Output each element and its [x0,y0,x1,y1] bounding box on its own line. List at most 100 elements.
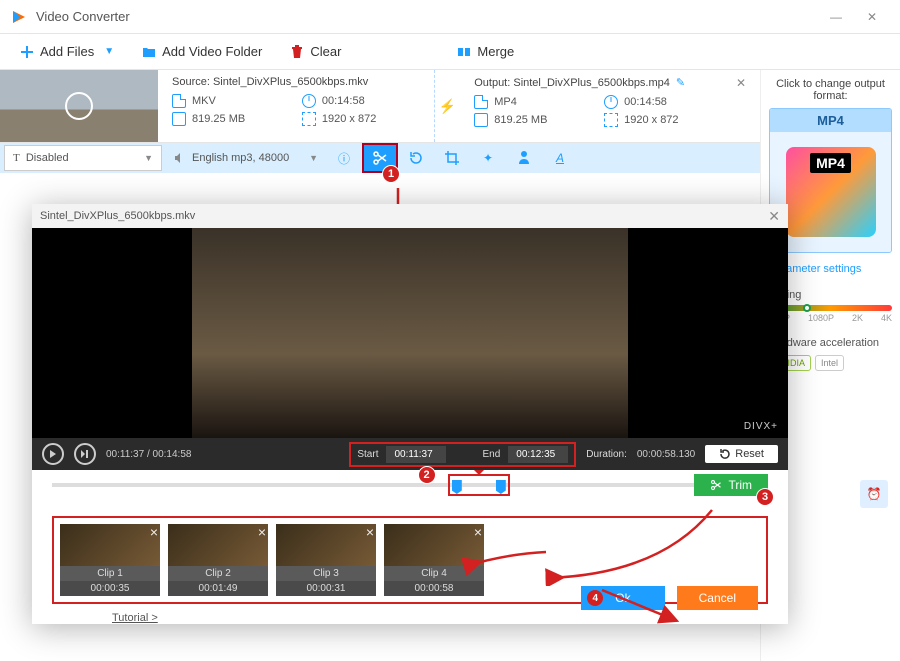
cancel-button[interactable]: Cancel [677,586,758,610]
clip-time: 00:01:49 [168,581,268,596]
subtitle-dropdown[interactable]: T Disabled▼ [4,145,162,171]
audio-label: English mp3, 48000 [192,152,289,164]
remove-clip-icon[interactable]: × [474,524,482,540]
out-size: 819.25 MB [494,114,547,126]
close-trim-button[interactable]: ✕ [768,208,780,225]
tutorial-link[interactable]: Tutorial > [112,612,158,624]
rotate-button[interactable] [398,143,434,173]
info-button[interactable]: ⓘ [326,143,362,173]
speaker-icon [174,152,186,164]
add-files-button[interactable]: Add Files [20,44,94,59]
minimize-button[interactable]: — [818,0,854,34]
end-time-input[interactable]: 00:12:35 [508,446,568,463]
clip-time: 00:00:35 [60,581,160,596]
format-icon [474,95,488,109]
duration-value: 00:00:58.130 [637,449,695,460]
watermark-button[interactable] [506,143,542,173]
plus-icon [20,45,34,59]
toolbar: Add Files ▼ Add Video Folder Clear Merge [0,34,900,70]
effects-button[interactable]: ✦ [470,143,506,173]
merge-icon [457,45,471,59]
scissors-icon [372,150,388,166]
clip-item[interactable]: × Clip 100:00:35 [60,524,160,596]
trim-filename: Sintel_DivXPlus_6500kbps.mkv [40,210,195,222]
add-files-dropdown[interactable]: ▼ [104,46,114,57]
trim-handles[interactable] [448,474,510,496]
out-duration: 00:14:58 [624,96,667,108]
format-heading: Click to change output format: [769,78,892,102]
clip-label: Clip 3 [276,566,376,581]
duration-label: Duration: [586,449,627,460]
play-button[interactable] [42,443,64,465]
apply-trim-button[interactable]: Trim 3 [694,474,768,496]
schedule-button[interactable]: ⏰ [860,480,888,508]
merge-label: Merge [477,44,514,59]
src-resolution: 1920 x 872 [322,113,376,125]
source-info: Source: Sintel_DivXPlus_6500kbps.mkv MKV… [158,70,435,142]
intel-badge: Intel [815,355,844,371]
step-badge-3: 3 [756,488,774,506]
source-thumbnail[interactable] [0,70,158,142]
scissors-icon [710,479,722,491]
clear-label: Clear [310,44,341,59]
crop-button[interactable] [434,143,470,173]
trim-slider[interactable]: 2 Trim 3 [32,470,788,500]
video-preview[interactable]: DIVX+ [32,228,788,438]
src-duration: 00:14:58 [322,95,365,107]
step-badge-1: 1 [382,165,400,183]
clear-button[interactable]: Clear [290,44,341,59]
add-video-folder-button[interactable]: Add Video Folder [142,44,262,59]
clip-time: 00:00:31 [276,581,376,596]
resolution-icon [302,112,316,126]
audio-dropdown[interactable]: English mp3, 48000▼ [166,143,326,173]
src-size: 819.25 MB [192,113,245,125]
rename-icon[interactable]: ✎ [676,77,685,89]
window-title: Video Converter [36,9,818,24]
playback-controls: 00:11:37 / 00:14:58 Start 00:11:37 End 0… [32,438,788,470]
clip-item[interactable]: × Clip 200:01:49 [168,524,268,596]
output-label: Output: Sintel_DivXPlus_6500kbps.mp4 [474,77,670,89]
reset-button[interactable]: Reset [705,445,778,463]
step-badge-4: 4 [587,590,603,606]
src-format: MKV [192,95,216,107]
folder-icon [142,45,156,59]
format-name: MP4 [770,109,891,132]
clip-item[interactable]: × Clip 300:00:31 [276,524,376,596]
out-format: MP4 [494,96,517,108]
subtitle-label: Disabled [26,152,69,164]
clip-label: Clip 2 [168,566,268,581]
clip-time: 00:00:58 [384,581,484,596]
merge-button[interactable]: Merge [457,44,514,59]
out-resolution: 1920 x 872 [624,114,678,126]
trim-button[interactable]: 1 [362,143,398,173]
clip-label: Clip 4 [384,566,484,581]
trim-range-box: Start 00:11:37 End 00:12:35 [349,442,576,467]
file-row: Source: Sintel_DivXPlus_6500kbps.mkv MKV… [0,70,760,143]
remove-clip-icon[interactable]: × [150,524,158,540]
remove-clip-icon[interactable]: × [258,524,266,540]
subtitle-button[interactable]: A [542,143,578,173]
clip-label: Clip 1 [60,566,160,581]
next-frame-button[interactable] [74,443,96,465]
format-icon [172,94,186,108]
remove-file-button[interactable]: ✕ [736,70,760,142]
output-info: Output: Sintel_DivXPlus_6500kbps.mp4 ✎ MP… [460,70,736,142]
add-files-label: Add Files [40,44,94,59]
total-time: 00:14:58 [153,449,192,460]
disk-icon [474,113,488,127]
clock-icon [302,94,316,108]
divx-logo: DIVX+ [744,421,778,432]
trim-dialog: Sintel_DivXPlus_6500kbps.mkv ✕ DIVX+ 00:… [32,204,788,624]
current-time: 00:11:37 [106,449,144,460]
ok-button[interactable]: 4 Ok [581,586,664,610]
reset-icon [719,448,731,460]
end-label: End [482,449,500,460]
edit-toolbar: T Disabled▼ English mp3, 48000▼ ⓘ 1 ✦ A [0,143,760,173]
start-label: Start [357,449,378,460]
start-time-input[interactable]: 00:11:37 [386,446,446,463]
app-logo [10,8,28,26]
close-button[interactable]: ✕ [854,0,890,34]
clip-item[interactable]: × Clip 400:00:58 [384,524,484,596]
remove-clip-icon[interactable]: × [366,524,374,540]
step-badge-2: 2 [418,466,436,484]
